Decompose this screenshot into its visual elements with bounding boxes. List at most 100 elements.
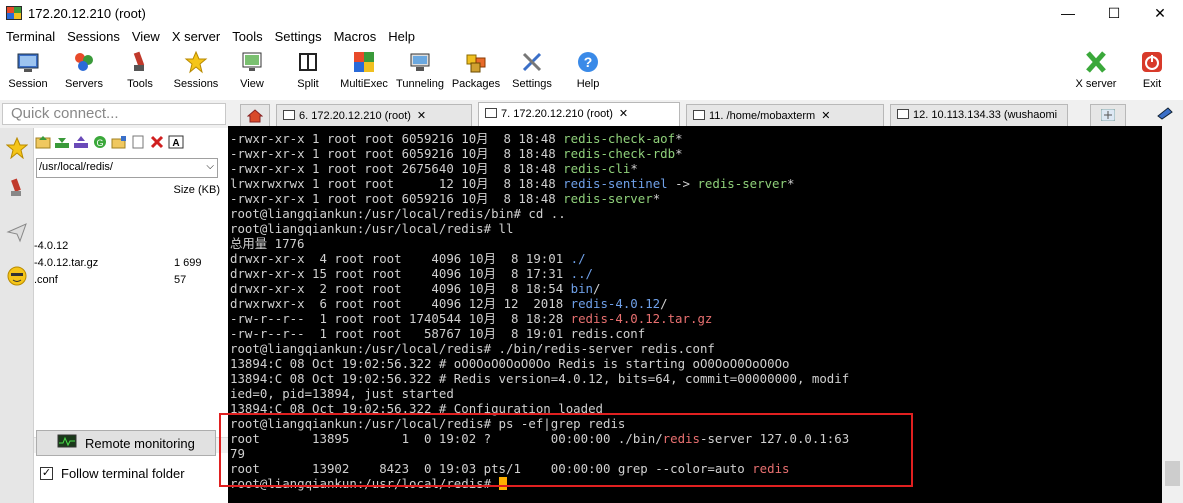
split-button[interactable]: Split <box>280 50 336 98</box>
menu-help[interactable]: Help <box>382 29 421 44</box>
attach-pin-icon[interactable] <box>1156 106 1174 123</box>
menu-settings[interactable]: Settings <box>269 29 328 44</box>
terminal-text: bin <box>570 281 594 296</box>
file-row[interactable]: .conf 57 <box>34 274 228 290</box>
split-icon <box>296 50 320 74</box>
menu-terminal[interactable]: Terminal <box>0 29 61 44</box>
tab-close-icon[interactable]: ✕ <box>619 108 628 120</box>
tab-session-7[interactable]: 7. 172.20.12.210 (root) ✕ <box>478 102 680 126</box>
main-toolbar: Session Servers Tools Sessions View Spli… <box>0 46 1183 100</box>
terminal-text: * <box>652 191 661 206</box>
close-button[interactable]: ✕ <box>1137 0 1183 26</box>
terminal-line: 13894:C 08 Oct 19:02:56.322 # Redis vers… <box>230 371 849 386</box>
terminal-text: drwxrwxr-x 6 root root 4096 12月 12 2018 <box>230 296 571 311</box>
tools-icon <box>128 50 152 74</box>
scrollbar-thumb[interactable] <box>1165 461 1180 486</box>
terminal-text: redis-4.0.12 <box>570 296 661 311</box>
minimize-button[interactable]: — <box>1045 0 1091 26</box>
terminal-text: 13894:C 08 Oct 19:02:56.322 # oO0OoO0OoO… <box>230 356 790 371</box>
home-tab[interactable] <box>240 104 270 126</box>
terminal-line: drwxrwxr-x 6 root root 4096 12月 12 2018 … <box>230 296 668 311</box>
terminal-line: ied=0, pid=13894, just started <box>230 386 454 401</box>
sftp-face-icon[interactable] <box>3 262 31 290</box>
new-tab-button[interactable] <box>1090 104 1126 126</box>
macros-send-icon[interactable] <box>3 218 31 246</box>
terminal-tab-icon <box>693 110 705 120</box>
terminal-text: * <box>786 176 795 191</box>
menu-macros[interactable]: Macros <box>328 29 383 44</box>
terminal-text: redis-sentinel <box>563 176 668 191</box>
multiexec-button[interactable]: MultiExec <box>336 50 392 98</box>
terminal-line: drwxr-xr-x 15 root root 4096 10月 8 17:31… <box>230 266 593 281</box>
sessions-button[interactable]: Sessions <box>168 50 224 98</box>
maximize-button[interactable]: ☐ <box>1091 0 1137 26</box>
packages-icon <box>464 50 488 74</box>
servers-button[interactable]: Servers <box>56 50 112 98</box>
menu-tools[interactable]: Tools <box>226 29 268 44</box>
quick-connect-input[interactable]: Quick connect... <box>2 103 226 125</box>
x-server-button[interactable]: X server <box>1068 50 1124 98</box>
terminal-text: root@liangqiankun:/usr/local/redis/bin# … <box>230 206 566 221</box>
terminal-line: lrwxrwxrwx 1 root root 12 10月 8 18:48 re… <box>230 176 794 191</box>
packages-button[interactable]: Packages <box>448 50 504 98</box>
rename-icon[interactable]: A <box>167 134 185 150</box>
terminal-text: * <box>630 161 638 176</box>
tab-session-11[interactable]: 11. /home/mobaxterm ✕ <box>686 104 884 126</box>
size-column-header[interactable]: Size (KB) <box>174 184 220 196</box>
download-icon[interactable] <box>53 134 71 150</box>
terminal-tab-icon <box>485 108 497 118</box>
svg-text:?: ? <box>584 54 593 70</box>
tab-session-6[interactable]: 6. 172.20.12.210 (root) ✕ <box>276 104 472 126</box>
terminal-text: drwxr-xr-x 2 root root 4096 10月 8 18:54 <box>230 281 571 296</box>
follow-terminal-folder-checkbox[interactable]: ✓ Follow terminal folder <box>40 466 185 481</box>
terminal-line: root@liangqiankun:/usr/local/redis# ll <box>230 221 513 236</box>
sidebar-strip <box>0 128 34 503</box>
terminal-text: redis-server <box>697 176 787 191</box>
remote-monitoring-button[interactable]: Remote monitoring <box>36 430 216 456</box>
new-file-icon[interactable] <box>129 134 147 150</box>
tunneling-button[interactable]: Tunneling <box>392 50 448 98</box>
chevron-down-icon: ⌵ <box>206 161 214 172</box>
terminal-text: * <box>675 131 683 146</box>
upload-icon[interactable] <box>72 134 90 150</box>
tools-button[interactable]: Tools <box>112 50 168 98</box>
terminal-text: ./ <box>570 251 586 266</box>
app-logo-icon <box>6 6 22 20</box>
tools-side-icon[interactable] <box>3 174 31 202</box>
file-row[interactable]: -4.0.12 <box>34 240 228 256</box>
refresh-icon[interactable]: G <box>91 134 109 150</box>
terminal-text: -rw-r--r-- 1 root root 58767 10月 8 19:01… <box>230 326 646 341</box>
star-icon <box>184 50 208 74</box>
tab-close-icon[interactable]: ✕ <box>417 110 426 122</box>
tab-close-icon[interactable]: ✕ <box>821 110 830 122</box>
terminal-text: drwxr-xr-x 15 root root 4096 10月 8 17:31 <box>230 266 571 281</box>
parent-folder-icon[interactable] <box>34 134 52 150</box>
new-folder-icon[interactable] <box>110 134 128 150</box>
terminal-text: -rwxr-xr-x 1 root root 6059216 10月 8 18:… <box>230 191 564 206</box>
terminal-text: redis-check-rdb <box>563 146 676 161</box>
terminal-vertical-scrollbar[interactable] <box>1162 126 1183 503</box>
delete-icon[interactable] <box>148 134 166 150</box>
terminal-text: 总用量 1776 <box>230 236 305 251</box>
session-button[interactable]: Session <box>0 50 56 98</box>
menu-view[interactable]: View <box>126 29 166 44</box>
terminal-text: redis-cli <box>563 161 631 176</box>
settings-button[interactable]: Settings <box>504 50 560 98</box>
terminal-text: root@liangqiankun:/usr/local/redis# ./bi… <box>230 341 715 356</box>
sessions-star-icon[interactable] <box>3 134 31 162</box>
terminal-line: -rw-r--r-- 1 root root 1740544 10月 8 18:… <box>230 311 712 326</box>
tab-session-12[interactable]: 12. 10.113.134.33 (wushaomi <box>890 104 1068 126</box>
menu-x-server[interactable]: X server <box>166 29 226 44</box>
window-title: 172.20.12.210 (root) <box>28 5 146 21</box>
view-icon <box>240 50 264 74</box>
terminal-line: drwxr-xr-x 4 root root 4096 10月 8 19:01 … <box>230 251 586 266</box>
path-dropdown[interactable]: /usr/local/redis/ ⌵ <box>36 158 218 178</box>
view-button[interactable]: View <box>224 50 280 98</box>
terminal-line: 总用量 1776 <box>230 236 304 251</box>
help-button[interactable]: ? Help <box>560 50 616 98</box>
file-row[interactable]: -4.0.12.tar.gz 1 699 <box>34 257 228 273</box>
terminal-text: redis-4.0.12.tar.gz <box>570 311 713 326</box>
menu-sessions[interactable]: Sessions <box>61 29 126 44</box>
terminal-text: 13894:C 08 Oct 19:02:56.322 # Redis vers… <box>230 371 850 386</box>
exit-button[interactable]: Exit <box>1124 50 1180 98</box>
